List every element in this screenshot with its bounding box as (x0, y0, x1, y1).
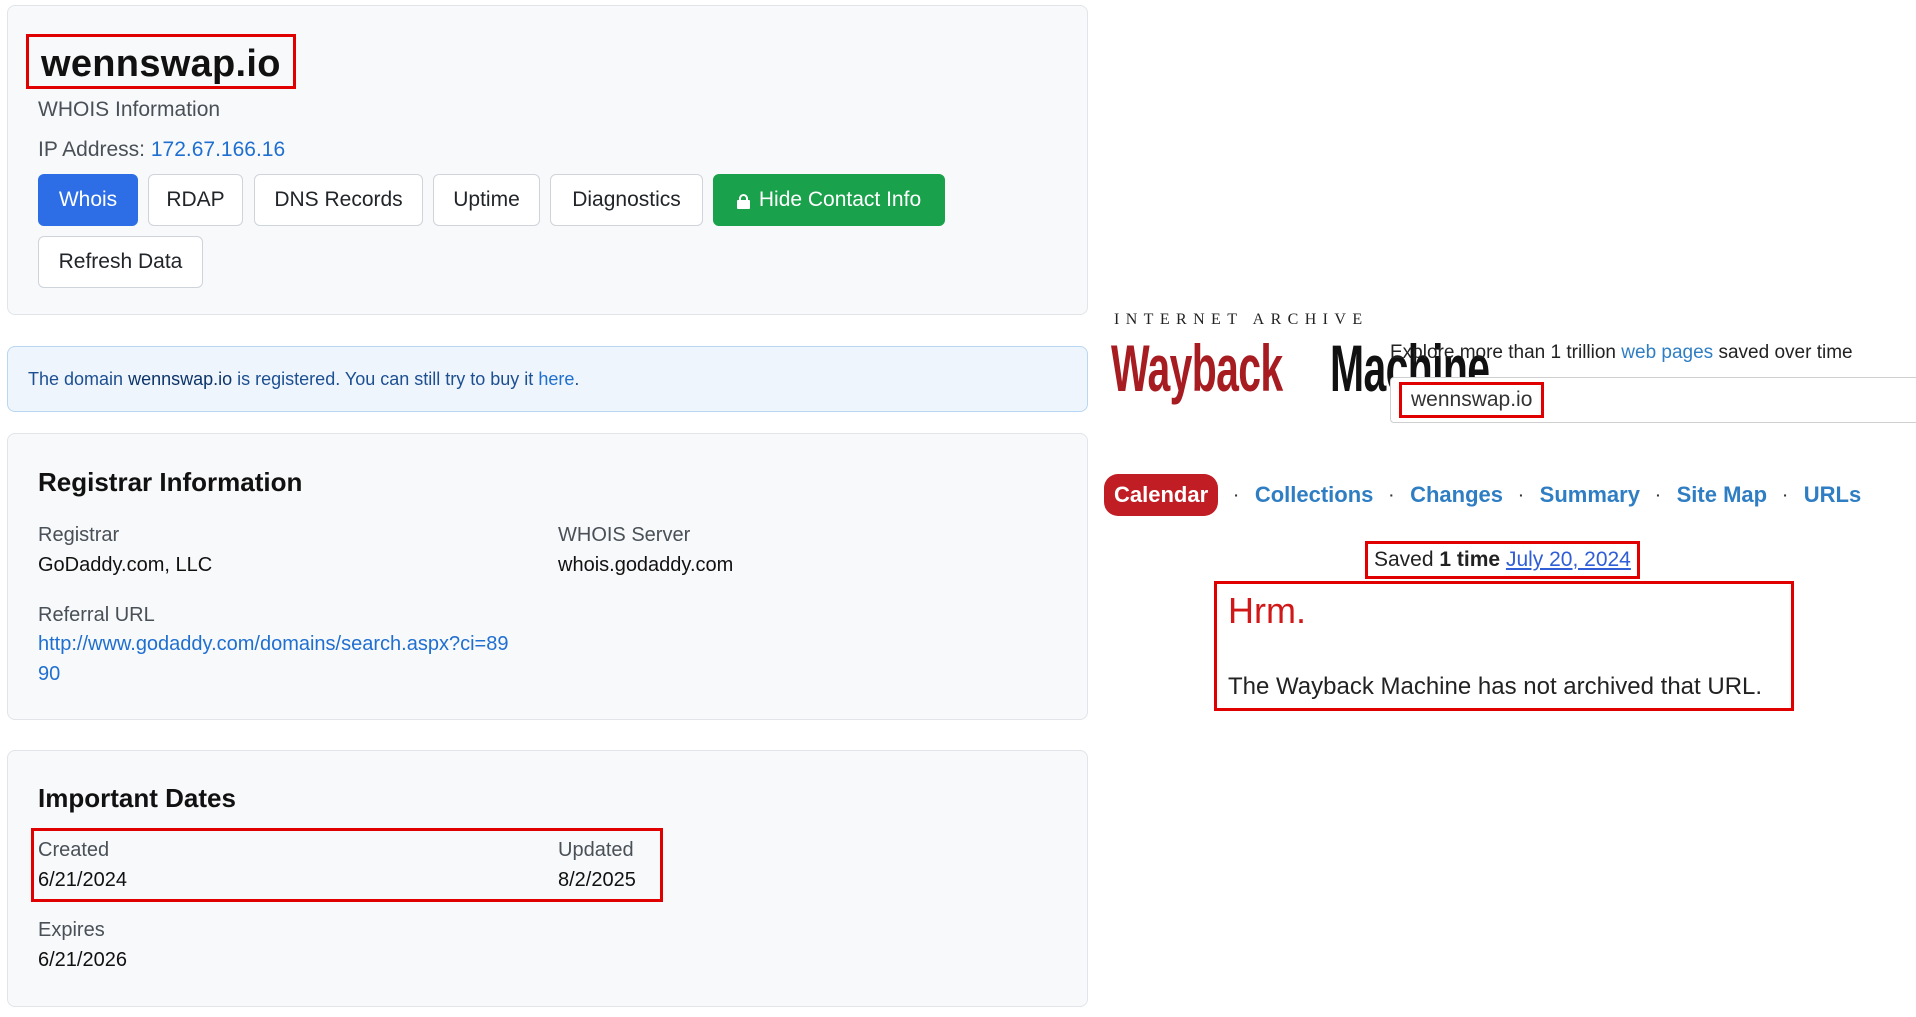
registrar-section-title: Registrar Information (38, 467, 303, 497)
diagnostics-button[interactable]: Diagnostics (550, 174, 703, 226)
saved-prefix: Saved (1374, 548, 1434, 571)
domain-title: wennswap.io (41, 43, 281, 85)
web-pages-link[interactable]: web pages (1621, 342, 1713, 363)
updated-label: Updated (558, 839, 634, 861)
tab-separator: · (1519, 487, 1524, 503)
tab-separator: · (1389, 487, 1395, 503)
registered-alert: The domain wennswap.io is registered. Yo… (7, 346, 1088, 412)
alert-domain: wennswap.io (128, 369, 233, 389)
wayback-tabs: Calendar · Collections · Changes · Summa… (1104, 473, 1861, 517)
search-value-highlight: wennswap.io (1399, 382, 1545, 418)
hide-contact-info-label: Hide Contact Info (758, 188, 922, 211)
tab-separator: · (1783, 487, 1788, 503)
alert-middle: is registered. You can still try to buy … (237, 369, 534, 389)
registrar-card: Registrar Information Registrar GoDaddy.… (7, 433, 1088, 720)
tab-urls[interactable]: URLs (1804, 482, 1861, 508)
explore-prefix: Explore more than 1 trillion (1390, 342, 1616, 363)
registrar-value: GoDaddy.com, LLC (38, 554, 213, 576)
explore-text: Explore more than 1 trillion web pages s… (1390, 342, 1853, 364)
rdap-button[interactable]: RDAP (148, 174, 243, 226)
tab-collections[interactable]: Collections (1255, 482, 1374, 508)
expires-label: Expires (38, 919, 105, 941)
tab-separator: · (1234, 487, 1239, 503)
explore-suffix: saved over time (1718, 342, 1853, 363)
alert-suffix: . (574, 369, 580, 389)
expires-value: 6/21/2026 (38, 949, 127, 971)
whois-server-value: whois.godaddy.com (558, 554, 734, 576)
saved-count-highlight: Saved 1 time July 20, 2024 (1365, 541, 1640, 579)
whois-header-card: wennswap.io WHOIS Information IP Address… (7, 5, 1088, 315)
tab-site-map[interactable]: Site Map (1677, 482, 1767, 508)
created-label: Created (38, 839, 110, 861)
ip-address-line: IP Address: 172.67.166.16 (38, 138, 285, 162)
ip-label: IP Address: (38, 138, 146, 161)
tab-separator: · (1655, 487, 1661, 503)
created-value: 6/21/2024 (38, 869, 127, 891)
whois-subtitle: WHOIS Information (38, 98, 221, 121)
registrar-label: Registrar (38, 524, 120, 546)
logo-wayback-text: Wayback (1111, 331, 1283, 405)
important-dates-card: Important Dates Created 6/21/2024 Update… (7, 750, 1088, 1007)
tab-calendar[interactable]: Calendar (1104, 474, 1219, 516)
alert-prefix: The domain (28, 369, 124, 389)
hide-contact-info-button[interactable]: Hide Contact Info (713, 174, 945, 226)
saved-date-link[interactable]: July 20, 2024 (1506, 548, 1631, 571)
domain-title-highlight: wennswap.io (26, 34, 296, 89)
tab-changes[interactable]: Changes (1410, 482, 1503, 508)
internet-archive-label: INTERNET ARCHIVE (1114, 311, 1369, 328)
whois-button[interactable]: Whois (38, 174, 138, 226)
tab-summary[interactable]: Summary (1540, 482, 1640, 508)
refresh-data-button[interactable]: Refresh Data (38, 236, 203, 288)
buy-here-link[interactable]: here (538, 369, 574, 389)
dates-section-title: Important Dates (38, 783, 236, 813)
not-archived-message: The Wayback Machine has not archived tha… (1228, 673, 1763, 700)
dns-records-button[interactable]: DNS Records (254, 174, 423, 226)
referral-url-link[interactable]: http://www.godaddy.com/domains/search.as… (38, 629, 518, 689)
uptime-button[interactable]: Uptime (433, 174, 540, 226)
hrm-heading: Hrm. (1228, 590, 1306, 631)
lock-icon (736, 193, 750, 209)
wayback-search-input[interactable]: wennswap.io (1390, 377, 1916, 423)
updated-value: 8/2/2025 (558, 869, 636, 891)
ip-address-link[interactable]: 172.67.166.16 (151, 138, 285, 161)
referral-url-label: Referral URL (38, 604, 155, 626)
saved-count: 1 time (1439, 548, 1501, 571)
whois-server-label: WHOIS Server (558, 524, 691, 546)
not-archived-message-box: Hrm. The Wayback Machine has not archive… (1214, 581, 1794, 711)
